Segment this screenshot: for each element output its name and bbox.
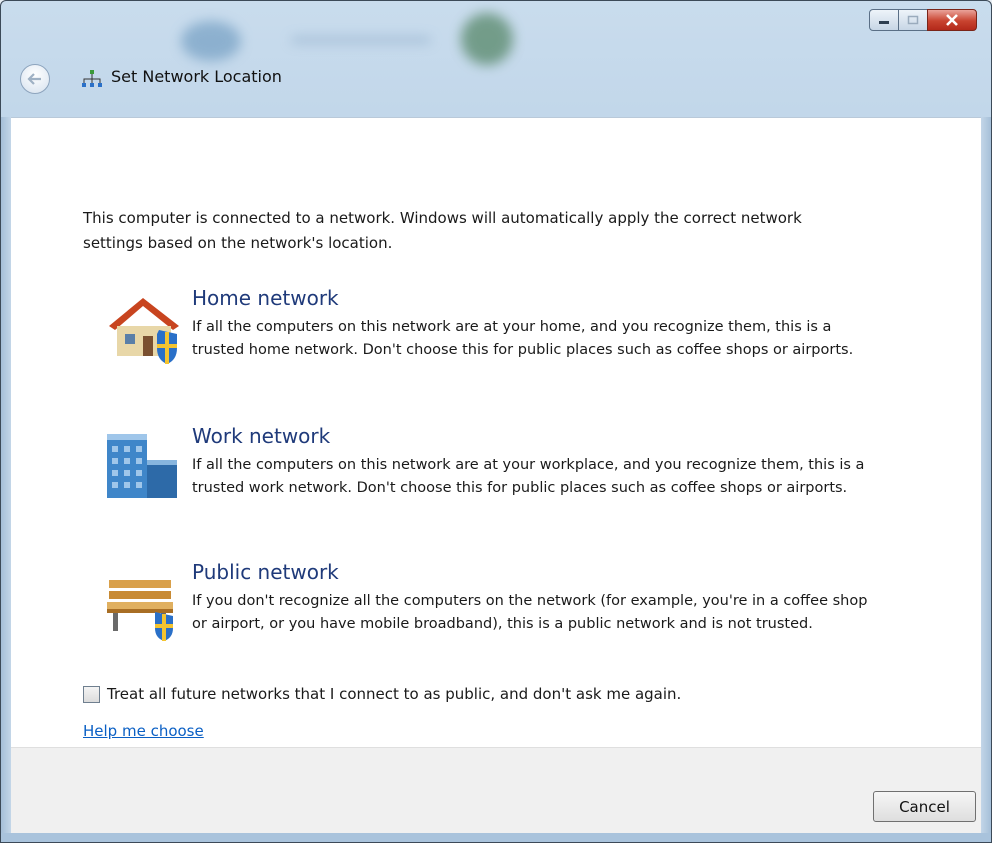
minimize-icon xyxy=(879,21,889,24)
window-border xyxy=(981,117,991,833)
work-network-icon xyxy=(107,434,177,498)
content-area: This computer is connected to a network.… xyxy=(11,117,981,748)
back-arrow-icon xyxy=(27,73,41,85)
maximize-icon xyxy=(907,15,919,25)
work-network-title: Work network xyxy=(192,424,331,448)
public-network-title: Public network xyxy=(192,560,339,584)
future-networks-label: Treat all future networks that I connect… xyxy=(107,685,682,703)
window-border xyxy=(1,117,11,833)
title-bar: Set Network Location xyxy=(1,1,991,117)
network-icon xyxy=(82,70,102,87)
close-icon xyxy=(946,14,958,26)
home-network-option[interactable]: Home network If all the computers on thi… xyxy=(103,286,883,396)
dialog-window: Set Network Location This computer is co… xyxy=(0,0,992,843)
work-network-option[interactable]: Work network If all the computers on thi… xyxy=(103,424,883,534)
button-bar: Cancel xyxy=(11,747,981,834)
public-network-description: If you don't recognize all the computers… xyxy=(192,593,868,632)
home-network-description: If all the computers on this network are… xyxy=(192,319,854,358)
public-network-option[interactable]: Public network If you don't recognize al… xyxy=(103,560,883,670)
home-network-icon xyxy=(109,298,179,364)
cancel-button[interactable]: Cancel xyxy=(873,791,976,822)
back-button[interactable] xyxy=(20,64,50,94)
close-button[interactable] xyxy=(927,9,977,31)
window-title: Set Network Location xyxy=(111,67,282,86)
work-network-description: If all the computers on this network are… xyxy=(192,457,865,496)
intro-text: This computer is connected to a network.… xyxy=(83,209,802,252)
caption-buttons xyxy=(869,9,977,31)
future-networks-checkbox[interactable] xyxy=(83,685,100,703)
help-me-choose-link[interactable]: Help me choose xyxy=(83,722,204,740)
minimize-button[interactable] xyxy=(869,9,899,31)
home-network-title: Home network xyxy=(192,286,339,310)
window-border xyxy=(1,833,991,842)
public-network-icon xyxy=(107,580,173,641)
maximize-button xyxy=(898,9,928,31)
future-networks-checkbox-row: Treat all future networks that I connect… xyxy=(83,685,681,703)
